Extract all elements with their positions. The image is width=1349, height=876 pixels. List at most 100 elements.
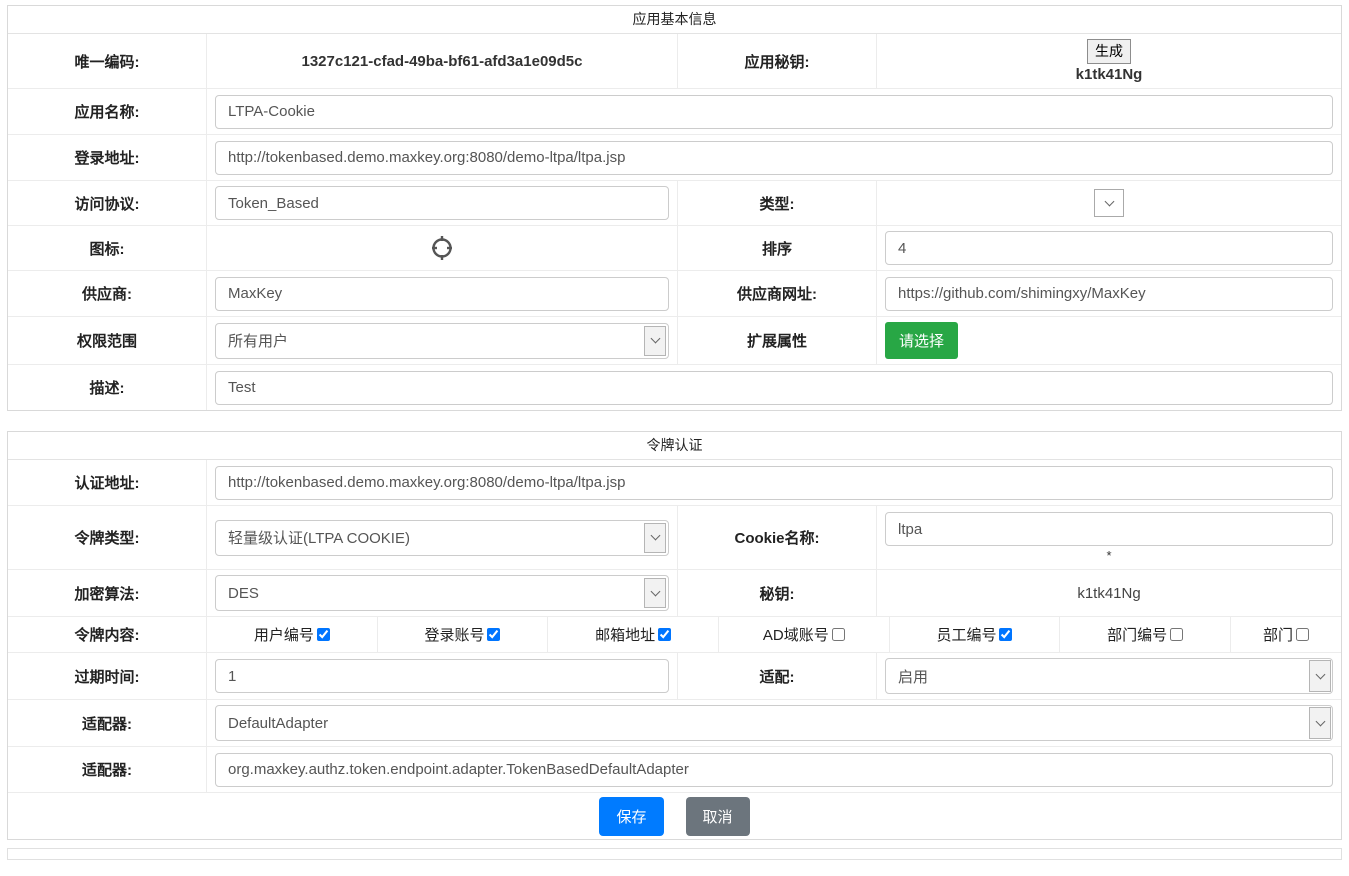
adapter-class-label: 适配器: xyxy=(8,747,207,792)
row-expires-adapt: 过期时间: 适配: 启用 xyxy=(8,653,1341,700)
cookie-name-cell: * xyxy=(877,506,1341,569)
token-content-cells: 用户编号登录账号邮箱地址AD域账号员工编号部门编号部门 xyxy=(207,617,1341,652)
icon-cell xyxy=(207,226,677,270)
row-scope-ext: 权限范围 所有用户 扩展属性 请选择 xyxy=(8,317,1341,365)
login-url-input[interactable] xyxy=(215,141,1333,175)
row-protocol-type: 访问协议: 类型: xyxy=(8,181,1341,226)
token-content-option: 登录账号 xyxy=(377,617,548,652)
vendor-label: 供应商: xyxy=(8,271,207,316)
adapt-label: 适配: xyxy=(677,653,877,699)
chevron-down-icon xyxy=(650,586,660,596)
ext-attr-cell: 请选择 xyxy=(877,317,1341,364)
protocol-cell xyxy=(207,181,677,225)
ext-attr-choose-button[interactable]: 请选择 xyxy=(885,322,958,359)
expires-cell xyxy=(207,653,677,699)
row-login-url: 登录地址: xyxy=(8,135,1341,181)
description-input[interactable] xyxy=(215,371,1333,405)
adapter-class-input[interactable] xyxy=(215,753,1333,787)
login-url-label: 登录地址: xyxy=(8,135,207,180)
token-content-option-label: AD域账号 xyxy=(763,624,829,645)
expires-input[interactable] xyxy=(215,659,669,693)
token-content-option: 邮箱地址 xyxy=(547,617,718,652)
app-name-input[interactable] xyxy=(215,95,1333,129)
vendor-input[interactable] xyxy=(215,277,669,311)
secret-value: k1tk41Ng xyxy=(885,585,1333,602)
app-secret-value: k1tk41Ng xyxy=(1076,66,1143,83)
cancel-button[interactable]: 取消 xyxy=(686,797,750,836)
unique-code-value: 1327c121-cfad-49ba-bf61-afd3a1e09d5c xyxy=(215,53,669,70)
row-algorithm-secret: 加密算法: DES 秘钥: k1tk41Ng xyxy=(8,570,1341,617)
scope-select[interactable]: 所有用户 xyxy=(215,323,669,359)
token-content-option-label: 邮箱地址 xyxy=(595,624,655,645)
chevron-down-icon xyxy=(1104,196,1114,206)
token-content-checkbox[interactable] xyxy=(1296,628,1309,641)
app-name-label: 应用名称: xyxy=(8,89,207,134)
app-basic-info-panel: 应用基本信息 唯一编码: 1327c121-cfad-49ba-bf61-afd… xyxy=(7,5,1342,411)
row-token-content: 令牌内容: 用户编号登录账号邮箱地址AD域账号员工编号部门编号部门 xyxy=(8,617,1341,653)
token-content-option: AD域账号 xyxy=(718,617,889,652)
type-label: 类型: xyxy=(677,181,877,225)
token-content-checkbox[interactable] xyxy=(832,628,845,641)
adapter-select-label: 适配器: xyxy=(8,700,207,746)
icon-label: 图标: xyxy=(8,226,207,270)
token-content-checkbox[interactable] xyxy=(658,628,671,641)
chevron-box xyxy=(644,523,666,553)
adapter-select-cell: DefaultAdapter xyxy=(207,700,1341,746)
adapt-select[interactable]: 启用 xyxy=(885,658,1333,694)
adapter-select-value: DefaultAdapter xyxy=(228,715,328,732)
row-app-name: 应用名称: xyxy=(8,89,1341,135)
chevron-box xyxy=(644,326,666,356)
vendor-url-cell xyxy=(877,271,1341,316)
algorithm-label: 加密算法: xyxy=(8,570,207,616)
auth-url-input[interactable] xyxy=(215,466,1333,500)
description-label: 描述: xyxy=(8,365,207,410)
protocol-input[interactable] xyxy=(215,186,669,220)
app-secret-label: 应用秘钥: xyxy=(677,34,877,88)
token-type-select[interactable]: 轻量级认证(LTPA COOKIE) xyxy=(215,520,669,556)
login-url-cell xyxy=(207,135,1341,180)
type-select[interactable] xyxy=(1094,189,1124,217)
token-content-label: 令牌内容: xyxy=(8,617,207,652)
sort-input[interactable] xyxy=(885,231,1333,265)
expires-label: 过期时间: xyxy=(8,653,207,699)
row-icon-sort: 图标: 排序 xyxy=(8,226,1341,271)
generate-secret-button[interactable]: 生成 xyxy=(1087,39,1131,64)
cookie-name-input[interactable] xyxy=(885,512,1333,546)
unique-code-label: 唯一编码: xyxy=(8,34,207,88)
token-content-option-label: 部门 xyxy=(1263,624,1293,645)
sort-cell xyxy=(877,226,1341,270)
token-content-checkbox[interactable] xyxy=(999,628,1012,641)
description-cell xyxy=(207,365,1341,410)
token-content-checkbox[interactable] xyxy=(1170,628,1183,641)
target-icon xyxy=(429,233,455,263)
token-content-checkbox[interactable] xyxy=(317,628,330,641)
chevron-down-icon xyxy=(1315,669,1325,679)
token-content-option-label: 登录账号 xyxy=(424,624,484,645)
token-content-checkbox[interactable] xyxy=(487,628,500,641)
vendor-url-input[interactable] xyxy=(885,277,1333,311)
vendor-cell xyxy=(207,271,677,316)
app-name-cell xyxy=(207,89,1341,134)
ext-attr-label: 扩展属性 xyxy=(677,317,877,364)
token-content-option-label: 员工编号 xyxy=(936,624,996,645)
adapt-cell: 启用 xyxy=(877,653,1341,699)
adapter-select[interactable]: DefaultAdapter xyxy=(215,705,1333,741)
unique-code-cell: 1327c121-cfad-49ba-bf61-afd3a1e09d5c xyxy=(207,34,677,88)
vendor-url-label: 供应商网址: xyxy=(677,271,877,316)
row-adapter-select: 适配器: DefaultAdapter xyxy=(8,700,1341,747)
chevron-box xyxy=(1309,660,1331,692)
row-token-type-cookie: 令牌类型: 轻量级认证(LTPA COOKIE) Cookie名称: * xyxy=(8,506,1341,570)
adapter-class-cell xyxy=(207,747,1341,792)
token-content-option: 部门 xyxy=(1230,617,1341,652)
algorithm-select[interactable]: DES xyxy=(215,575,669,611)
type-cell xyxy=(877,181,1341,225)
row-description: 描述: xyxy=(8,365,1341,410)
secret-label: 秘钥: xyxy=(677,570,877,616)
token-content-option-label: 部门编号 xyxy=(1107,624,1167,645)
token-type-select-value: 轻量级认证(LTPA COOKIE) xyxy=(228,527,410,548)
chevron-box xyxy=(1309,707,1331,739)
secret-cell: k1tk41Ng xyxy=(877,570,1341,616)
save-button[interactable]: 保存 xyxy=(599,797,663,836)
chevron-box xyxy=(644,578,666,608)
required-mark: * xyxy=(885,549,1333,563)
